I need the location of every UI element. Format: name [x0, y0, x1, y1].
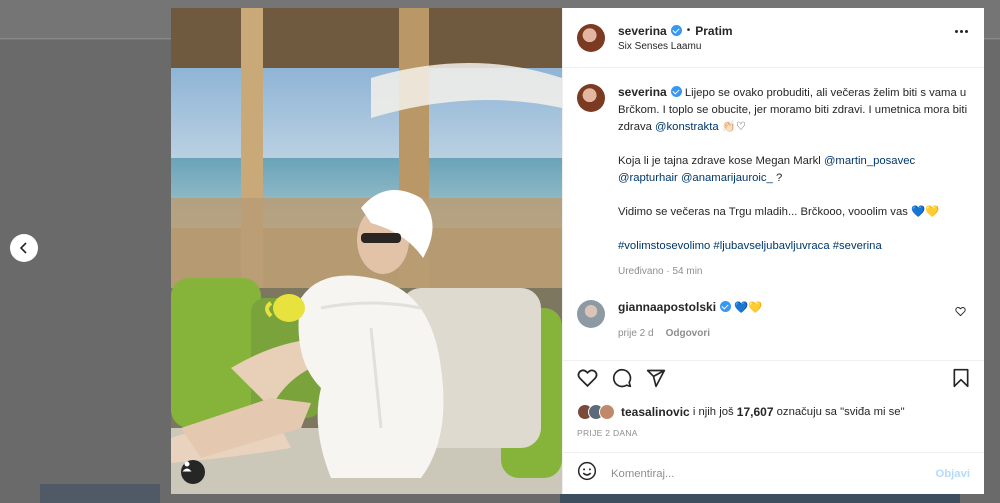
reply-button[interactable]: Odgovori [666, 328, 710, 339]
mention-link[interactable]: @martin_posavec [824, 155, 915, 167]
caption-text: ? [772, 172, 783, 184]
comment-input[interactable] [611, 467, 936, 480]
chevron-left-icon [19, 242, 27, 254]
comment-item: giannaapostolski 💙💛 prije 2 d Odgovori [577, 300, 970, 339]
caption-text: Koja li je tajna zdrave kose Megan Markl [618, 155, 824, 167]
verified-icon [670, 25, 682, 36]
post-details-panel: severina • Pratim Six Senses Laamu sever… [562, 8, 984, 494]
feed-thumbnail [40, 484, 160, 503]
avatar[interactable] [577, 84, 605, 112]
comment-text: 💙💛 [734, 302, 763, 314]
caption-text: Vidimo se večeras na Trgu mladih... Brčk… [618, 206, 912, 218]
caption-emoji: 👏🏻♡ [718, 121, 746, 133]
avatar[interactable] [599, 404, 615, 420]
like-button[interactable] [577, 368, 598, 393]
share-button[interactable] [646, 368, 666, 393]
comment-button[interactable] [612, 368, 632, 393]
caption-emoji: 💙💛 [911, 206, 940, 218]
post-modal: severina • Pratim Six Senses Laamu sever… [171, 8, 984, 494]
likers-avatars [577, 404, 615, 420]
bookmark-icon [953, 368, 969, 388]
previous-post-button[interactable] [10, 234, 38, 262]
verified-icon [720, 301, 732, 312]
avatar[interactable] [577, 23, 605, 52]
likes-count[interactable]: 17,607 [737, 405, 774, 419]
share-icon [646, 369, 666, 388]
post-timestamp: PRIJE 2 DANA [577, 428, 638, 438]
likes-text: i njih još [689, 406, 737, 418]
verified-icon [670, 86, 682, 97]
caption-paragraph-1: severina Lijepo se ovako probuditi, ali … [618, 84, 970, 136]
emoji-button[interactable] [577, 461, 597, 486]
heart-icon [955, 307, 966, 317]
caption-paragraph-3: Vidimo se večeras na Trgu mladih... Brčk… [618, 204, 970, 221]
location-link[interactable]: Six Senses Laamu [618, 41, 733, 52]
photo-illustration [171, 8, 562, 494]
mention-link[interactable]: @konstrakta [655, 121, 719, 133]
mention-link[interactable]: @rapturhair [618, 172, 678, 184]
more-icon [955, 30, 968, 33]
user-tag-icon [182, 461, 192, 472]
caption-paragraph-2: Koja li je tajna zdrave kose Megan Markl… [618, 153, 970, 187]
caption-username[interactable]: severina [618, 85, 667, 99]
author-username[interactable]: severina [618, 24, 667, 38]
like-comment-button[interactable] [955, 304, 966, 322]
user-tag-button[interactable] [181, 460, 205, 484]
separator-dot: • [686, 25, 691, 36]
heart-icon [577, 369, 598, 388]
add-comment-bar: Objavi [563, 452, 984, 494]
following-button[interactable]: Pratim [695, 24, 732, 38]
mention-link[interactable]: @anamarijauroic_ [681, 172, 773, 184]
likes-summary: teasalinovic i njih još 17,607 označuju … [563, 400, 984, 424]
post-header: severina • Pratim Six Senses Laamu [563, 8, 984, 68]
likes-text-end: označuju sa "sviđa mi se" [773, 406, 905, 418]
edited-timestamp: Uređivano · 54 min [618, 266, 703, 277]
post-photo[interactable] [171, 8, 562, 494]
comment-username[interactable]: giannaapostolski [618, 300, 716, 314]
hashtags[interactable]: #volimstosevolimo #ljubavseljubavljuvrac… [618, 238, 970, 255]
post-comment-button[interactable]: Objavi [935, 468, 970, 480]
avatar[interactable] [577, 300, 605, 328]
post-actions [563, 360, 984, 400]
caption: severina Lijepo se ovako probuditi, ali … [577, 84, 970, 280]
comment-time: prije 2 d [618, 328, 654, 339]
emoji-icon [577, 461, 597, 481]
liker-username[interactable]: teasalinovic [621, 405, 690, 419]
more-options-button[interactable] [955, 30, 968, 33]
comment-icon [612, 368, 632, 388]
save-button[interactable] [952, 368, 970, 392]
comments-section: severina Lijepo se ovako probuditi, ali … [563, 68, 984, 360]
